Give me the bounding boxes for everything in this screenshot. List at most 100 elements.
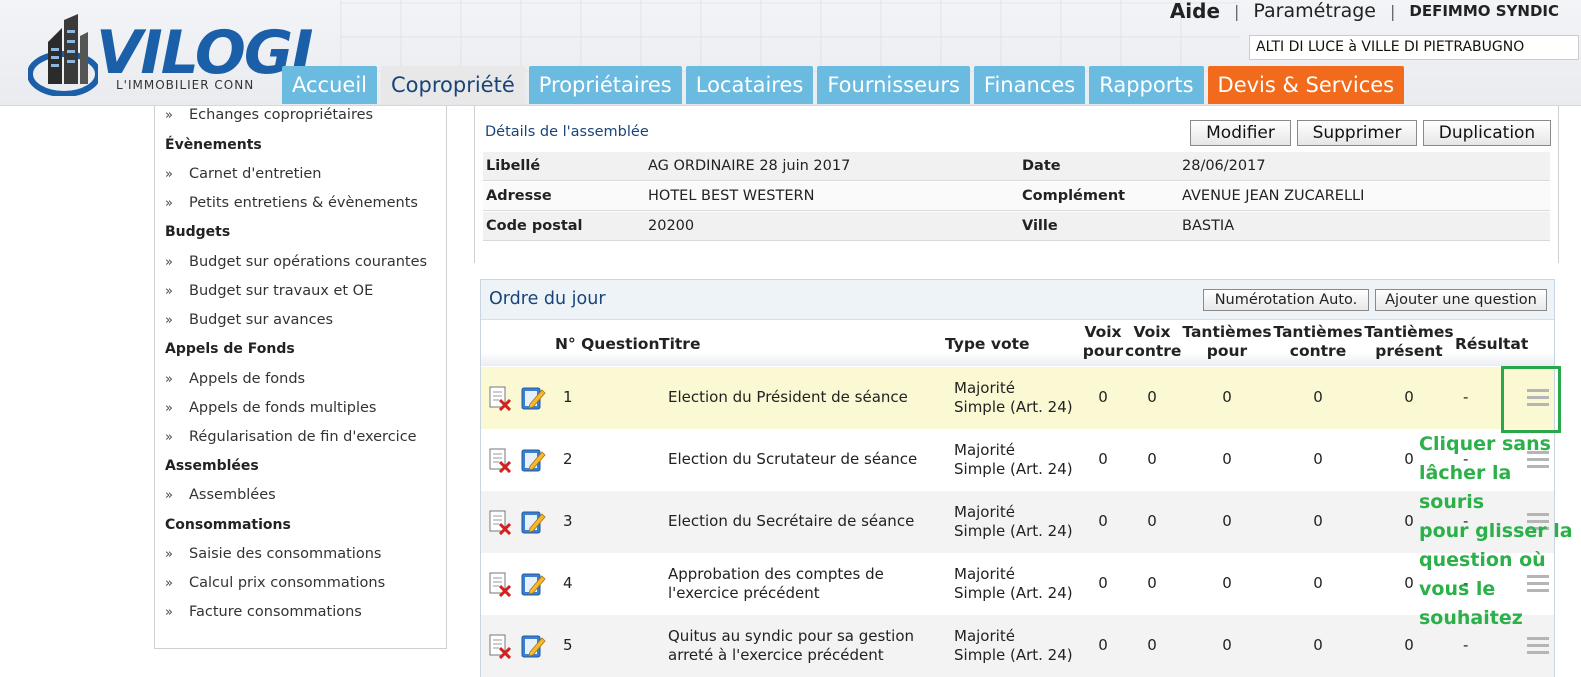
delete-question-icon[interactable] <box>487 509 513 535</box>
tab-proprietaires[interactable]: Propriétaires <box>528 66 682 104</box>
settings-link[interactable]: Paramétrage <box>1253 0 1376 22</box>
col-voix-contre-line1: Voix <box>1133 323 1171 341</box>
agenda-row[interactable]: 5 Quitus au syndic pour sa gestion arreté … <box>481 615 1554 677</box>
annotation-line: pour glisser la <box>1419 520 1573 542</box>
help-link[interactable]: Aide <box>1170 0 1220 23</box>
sidebar-item-label: Appels de fonds <box>189 371 306 387</box>
tab-devis-services[interactable]: Devis & Services <box>1207 66 1405 104</box>
tantiemes-pour-value: 0 <box>1222 512 1232 530</box>
tantiemes-present-value: 0 <box>1404 636 1414 654</box>
sidebar-item[interactable]: » Budget sur opérations courantes <box>165 254 427 270</box>
question-title: Election du Secrétaire de séance <box>668 512 914 531</box>
separator: | <box>1389 1 1396 21</box>
user-name[interactable]: DEFIMMO SYNDIC <box>1409 2 1559 20</box>
sidebar-item[interactable]: » Facture consommations <box>165 604 362 620</box>
vote-type: Majorité Simple (Art. 24) <box>954 627 1073 665</box>
double-chevron-icon: » <box>165 401 173 416</box>
drag-handle-icon[interactable] <box>1527 637 1549 655</box>
col-num-question: N° Question <box>555 335 660 353</box>
edit-question-icon[interactable] <box>520 385 546 411</box>
voix-pour-value: 0 <box>1098 636 1108 654</box>
col-resultat: Résultat <box>1455 335 1529 353</box>
add-question-button[interactable]: Ajouter une question <box>1375 289 1547 311</box>
vote-type-line1: Majorité <box>954 565 1015 583</box>
sidebar-section-heading: Évènements <box>165 137 262 153</box>
sidebar-item[interactable]: » Echanges copropriétaires <box>165 107 373 123</box>
double-chevron-icon: » <box>165 255 173 270</box>
delete-button[interactable]: Supprimer <box>1297 120 1417 146</box>
delete-question-icon[interactable] <box>487 385 513 411</box>
delete-question-icon[interactable] <box>487 447 513 473</box>
col-tantiemes-pour-line2: pour <box>1206 342 1248 360</box>
col-tantiemes-contre: Tantièmes contre <box>1273 323 1363 361</box>
sidebar-item[interactable]: » Calcul prix consommations <box>165 575 385 591</box>
edit-question-icon[interactable] <box>520 509 546 535</box>
logo-tagline: L'IMMOBILIER CONN <box>116 78 255 92</box>
double-chevron-icon: » <box>165 547 173 562</box>
details-title: Détails de l'assemblée <box>485 124 649 140</box>
sidebar-item[interactable]: » Appels de fonds <box>165 371 305 387</box>
sidebar-item[interactable]: » Carnet d'entretien <box>165 166 322 182</box>
double-chevron-icon: » <box>165 576 173 591</box>
detail-row-adresse: Adresse HOTEL BEST WESTERN Complément AV… <box>483 182 1550 211</box>
col-tantiemes-present: Tantièmes présent <box>1364 323 1454 361</box>
sidebar-item[interactable]: » Saisie des consommations <box>165 546 381 562</box>
code-postal-value: 20200 <box>648 218 695 234</box>
delete-question-icon[interactable] <box>487 571 513 597</box>
detail-row-cp: Code postal 20200 Ville BASTIA <box>483 212 1550 241</box>
sidebar-item[interactable]: » Budget sur avances <box>165 312 333 328</box>
sidebar-item[interactable]: » Régularisation de fin d'exercice <box>165 429 417 445</box>
sidebar-section-heading: Appels de Fonds <box>165 341 295 357</box>
top-links: Aide | Paramétrage | DEFIMMO SYNDIC <box>1170 0 1559 23</box>
edit-question-icon[interactable] <box>520 447 546 473</box>
sidebar-item[interactable]: » Budget sur travaux et OE <box>165 283 373 299</box>
sidebar-section-heading: Assemblées <box>165 458 259 474</box>
assembly-details: Détails de l'assemblée Modifier Supprime… <box>474 106 1559 263</box>
tantiemes-pour-value: 0 <box>1222 574 1232 592</box>
delete-question-icon[interactable] <box>487 633 513 659</box>
modify-button[interactable]: Modifier <box>1190 120 1291 146</box>
tantiemes-pour-value: 0 <box>1222 636 1232 654</box>
edit-question-icon[interactable] <box>520 571 546 597</box>
agenda-row[interactable]: 4 Approbation des comptes de l'exercice pr… <box>481 553 1554 615</box>
adresse-label: Adresse <box>486 188 552 204</box>
date-label: Date <box>1022 158 1061 174</box>
vote-type-line2: Simple (Art. 24) <box>954 584 1073 602</box>
sidebar-item-label: Calcul prix consommations <box>189 575 386 591</box>
question-title-line1: Election du Secrétaire de séance <box>668 512 915 530</box>
annotation-line: lâcher la souris <box>1419 462 1512 513</box>
duplicate-button[interactable]: Duplication <box>1423 120 1551 146</box>
vote-type-line1: Majorité <box>954 441 1015 459</box>
agenda-row[interactable]: 2 Election du Scrutateur de séance Majorit… <box>481 429 1554 491</box>
vote-type-line2: Simple (Art. 24) <box>954 646 1073 664</box>
double-chevron-icon: » <box>165 108 173 123</box>
sidebar-item-label: Assemblées <box>189 487 276 503</box>
code-postal-label: Code postal <box>486 218 583 234</box>
agenda-row[interactable]: 1 Election du Président de séance Majorité… <box>481 367 1554 429</box>
auto-numbering-button[interactable]: Numérotation Auto. <box>1203 289 1369 311</box>
copropriete-selector[interactable]: ALTI DI LUCE à VILLE DI PIETRABUGNO <box>1249 35 1579 60</box>
tab-finances[interactable]: Finances <box>973 66 1086 104</box>
vote-type: Majorité Simple (Art. 24) <box>954 441 1073 479</box>
tab-locataires[interactable]: Locataires <box>685 66 814 104</box>
agenda-row[interactable]: 3 Election du Secrétaire de séance Majorit… <box>481 491 1554 553</box>
tab-accueil[interactable]: Accueil <box>282 66 377 104</box>
tantiemes-contre-value: 0 <box>1313 636 1323 654</box>
agenda-header: Ordre du jour Numérotation Auto. Ajouter… <box>481 280 1554 320</box>
sidebar-item[interactable]: » Petits entretiens & évènements <box>165 195 418 211</box>
tab-fournisseurs[interactable]: Fournisseurs <box>817 66 970 104</box>
col-tantiemes-present-line1: Tantièmes <box>1364 323 1454 341</box>
sidebar-item[interactable]: » Assemblées <box>165 487 276 503</box>
tantiemes-pour-value: 0 <box>1222 450 1232 468</box>
tab-rapports[interactable]: Rapports <box>1089 66 1204 104</box>
tantiemes-contre-value: 0 <box>1313 512 1323 530</box>
sidebar-item-label: Facture consommations <box>189 604 362 620</box>
tab-copropriete[interactable]: Copropriété <box>381 66 525 104</box>
agenda-title: Ordre du jour <box>489 289 606 309</box>
question-number: 4 <box>563 574 573 592</box>
edit-question-icon[interactable] <box>520 633 546 659</box>
double-chevron-icon: » <box>165 430 173 445</box>
sidebar-item[interactable]: » Appels de fonds multiples <box>165 400 376 416</box>
question-title: Election du Président de séance <box>668 388 908 407</box>
libelle-label: Libellé <box>486 158 541 174</box>
